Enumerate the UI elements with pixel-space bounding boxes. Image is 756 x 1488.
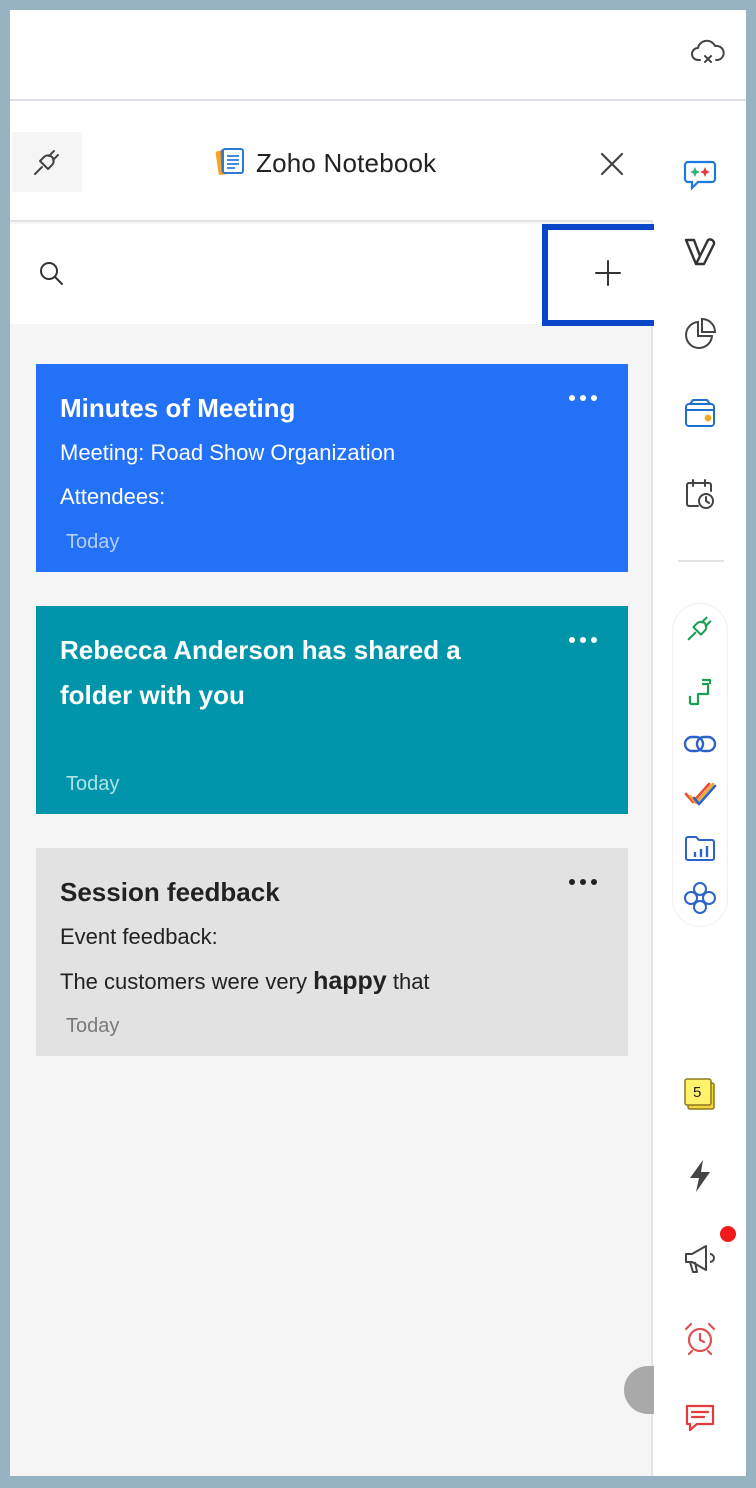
notebook-logo-icon: [214, 145, 246, 182]
note-line: Attendees:: [60, 484, 166, 509]
note-card[interactable]: Minutes of Meeting Meeting: Road Show Or…: [36, 364, 628, 572]
top-bar: [10, 10, 746, 101]
note-card[interactable]: Session feedback Event feedback: The cus…: [36, 848, 628, 1056]
note-line: The customers were very happy that: [60, 959, 604, 1004]
search-icon[interactable]: [36, 258, 68, 290]
note-line: Event feedback:: [60, 924, 218, 949]
sticky-notes-count: 5: [693, 1084, 701, 1101]
megaphone-icon[interactable]: [680, 1238, 720, 1278]
sticky-notes-icon[interactable]: 5: [680, 1074, 720, 1114]
note-date: Today: [66, 773, 120, 795]
checkmark-icon[interactable]: [680, 774, 720, 814]
cloud-x-icon[interactable]: [690, 34, 726, 70]
wallet-icon[interactable]: [680, 394, 720, 434]
more-horizontal-icon[interactable]: [568, 872, 598, 892]
note-bold-text: happy: [313, 967, 387, 995]
note-date: Today: [66, 531, 120, 553]
v-logo-icon[interactable]: [680, 232, 720, 272]
search-bar: [10, 224, 674, 326]
note-title: Session feedback: [60, 877, 280, 907]
message-icon[interactable]: [680, 1398, 720, 1438]
note-title: Minutes of Meeting: [60, 393, 296, 423]
folder-chart-icon[interactable]: [680, 828, 720, 868]
notification-dot: [720, 1226, 736, 1242]
plus-icon: [594, 259, 622, 292]
panel-header: Zoho Notebook: [10, 102, 653, 222]
note-title-line: folder with you: [60, 680, 245, 710]
note-text: The customers were very: [60, 969, 307, 994]
notebook-panel: Zoho Notebook Minutes of Meeting Meeting…: [10, 102, 674, 1476]
route-icon[interactable]: [680, 672, 720, 712]
note-line: Meeting: Road Show Organization: [60, 440, 396, 465]
more-horizontal-icon[interactable]: [568, 388, 598, 408]
note-date: Today: [66, 1015, 120, 1037]
flower-icon[interactable]: [680, 878, 720, 918]
sidebar-divider: [678, 560, 724, 562]
panel-title: Zoho Notebook: [214, 146, 436, 180]
chat-spark-icon[interactable]: [680, 154, 720, 194]
calendar-clock-icon[interactable]: [680, 474, 720, 514]
right-sidebar: 5: [654, 102, 746, 1476]
plug-icon[interactable]: [12, 132, 82, 192]
app-title: Zoho Notebook: [256, 147, 437, 178]
note-card[interactable]: Rebecca Anderson has shared a folder wit…: [36, 606, 628, 814]
app-window: Zoho Notebook Minutes of Meeting Meeting…: [10, 10, 746, 1476]
note-title-line: Rebecca Anderson has shared a: [60, 635, 461, 665]
link-icon[interactable]: [680, 724, 720, 764]
pie-chart-icon[interactable]: [680, 314, 720, 354]
lightning-icon[interactable]: [680, 1156, 720, 1196]
close-icon[interactable]: [594, 146, 630, 182]
more-horizontal-icon[interactable]: [568, 630, 598, 650]
alarm-clock-icon[interactable]: [680, 1318, 720, 1358]
plug-icon[interactable]: [680, 608, 720, 648]
note-text: that: [392, 969, 430, 994]
